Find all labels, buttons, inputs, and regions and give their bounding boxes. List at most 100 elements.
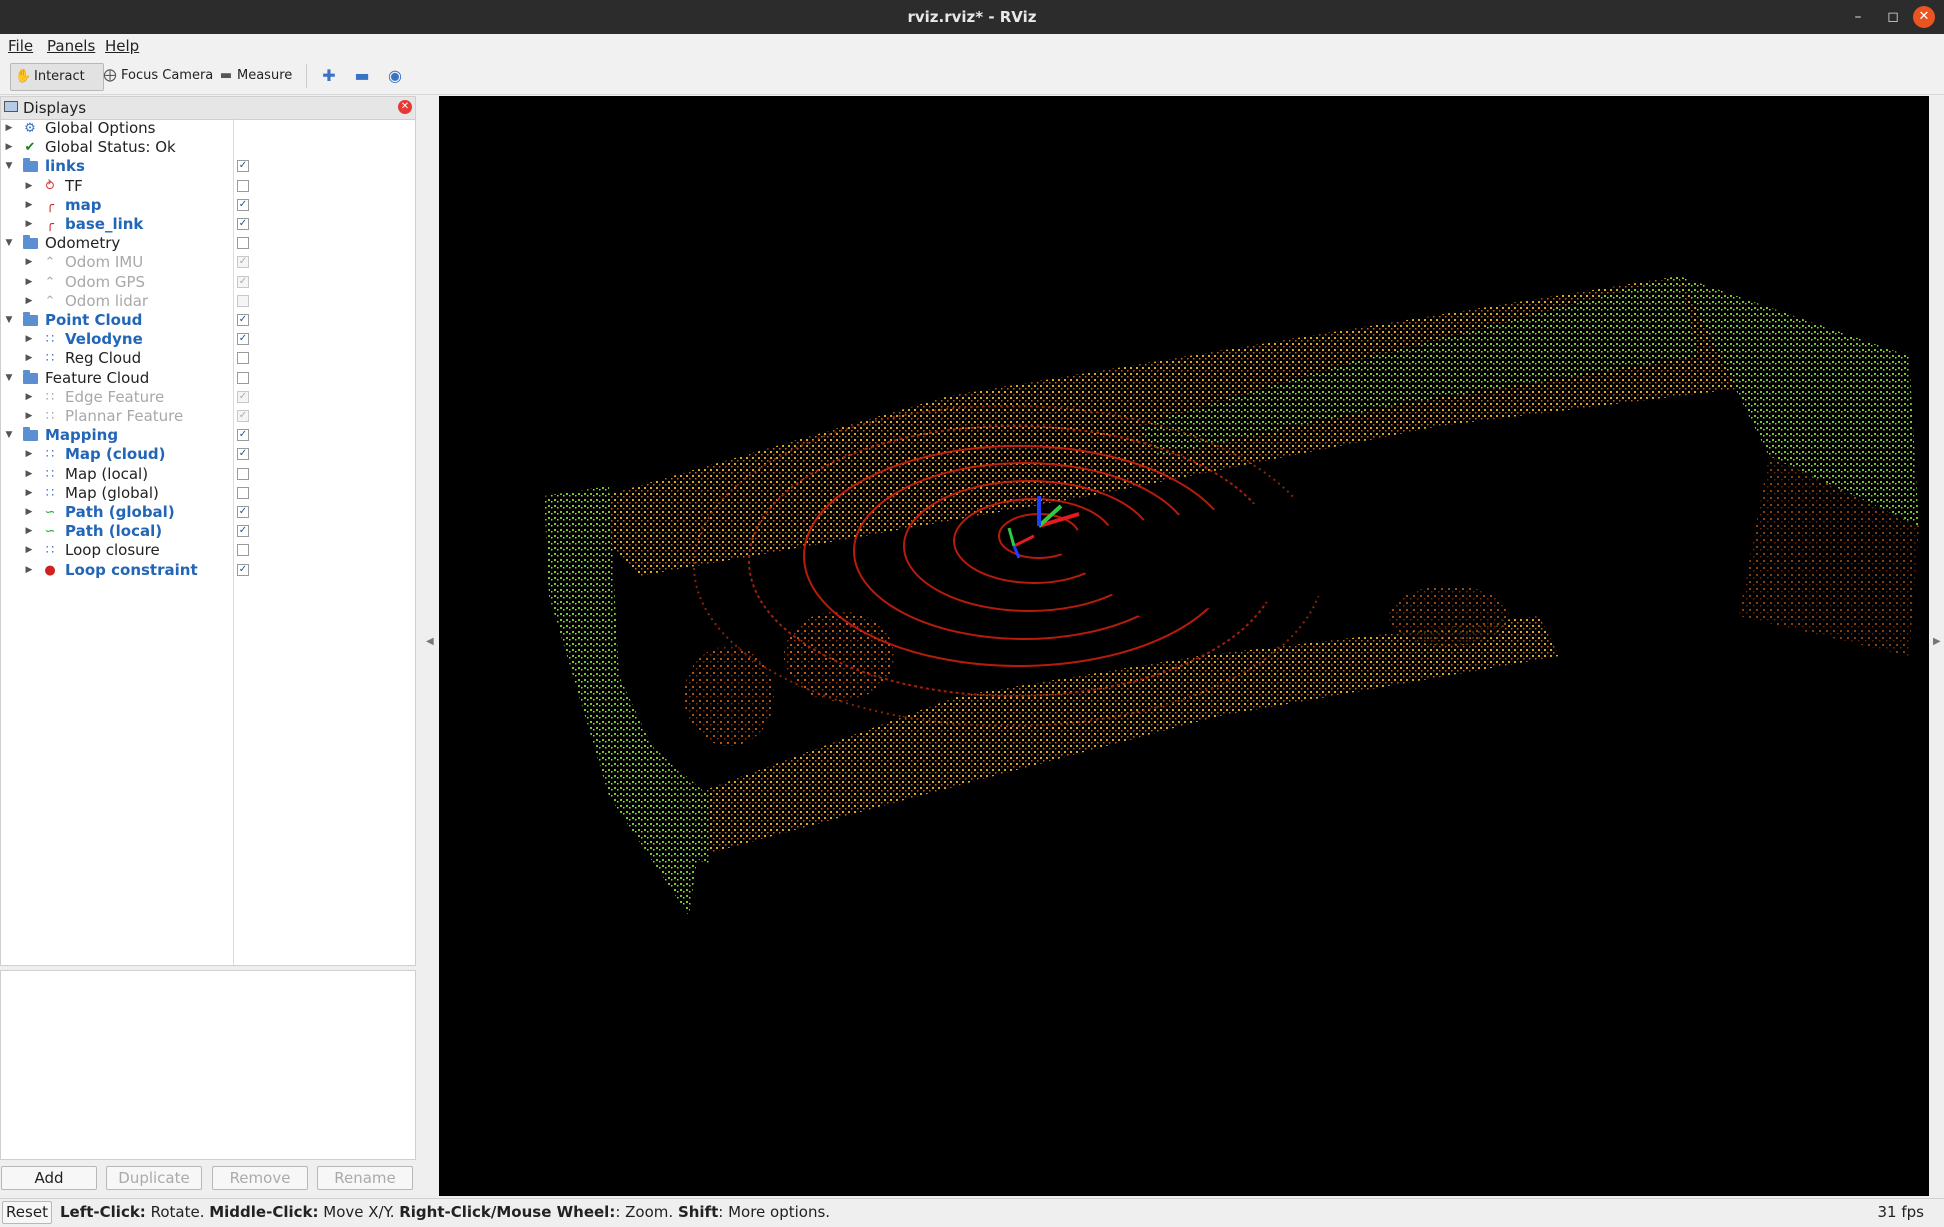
display-enabled-checkbox[interactable]: ✓ — [237, 410, 249, 422]
display-row[interactable]: ▶ ╭ base_link ✓ — [1, 215, 415, 234]
display-enabled-checkbox[interactable] — [237, 237, 249, 250]
collapse-left-icon[interactable]: ◀ — [426, 636, 434, 647]
display-enabled-checkbox[interactable] — [237, 371, 249, 384]
display-enabled-checkbox[interactable] — [237, 544, 249, 557]
add-tool-icon[interactable]: ✚ — [318, 64, 340, 88]
minimize-icon[interactable]: – — [1847, 6, 1869, 28]
expand-arrow-icon[interactable]: ▶ — [24, 292, 34, 311]
display-row[interactable]: ▶ ∷ Reg Cloud — [1, 349, 415, 368]
display-row[interactable]: ▶ ⚙ Global Options — [1, 119, 415, 138]
expand-arrow-icon[interactable]: ▶ — [24, 541, 34, 560]
expand-arrow-icon[interactable]: ▶ — [24, 465, 34, 484]
expand-arrow-icon[interactable]: ▶ — [24, 522, 34, 541]
display-row[interactable]: ▶ ✔ Global Status: Ok — [1, 138, 415, 157]
duplicate-button[interactable]: Duplicate — [106, 1166, 202, 1190]
expand-arrow-icon[interactable]: ▶ — [24, 407, 34, 426]
expand-arrow-icon[interactable]: ▶ — [24, 196, 34, 215]
display-row[interactable]: ▶ ∷ Map (global) — [1, 484, 415, 503]
display-label: Odometry — [45, 234, 121, 253]
display-enabled-checkbox[interactable]: ✓ — [237, 429, 249, 442]
display-enabled-checkbox[interactable]: ✓ — [237, 563, 249, 576]
display-row[interactable]: ▶ ⌃ Odom lidar — [1, 292, 415, 311]
expand-arrow-icon[interactable]: ▶ — [24, 484, 34, 503]
expand-arrow-icon[interactable]: ▶ — [24, 273, 34, 292]
collapse-arrow-icon[interactable]: ▼ — [4, 157, 14, 176]
remove-tool-icon[interactable]: ▬ — [351, 64, 373, 88]
display-row[interactable]: ▼ links ✓ — [1, 157, 415, 176]
close-panel-icon[interactable]: ✕ — [398, 100, 412, 114]
expand-arrow-icon[interactable]: ▶ — [24, 215, 34, 234]
display-enabled-checkbox[interactable]: ✓ — [237, 275, 249, 288]
expand-arrow-icon[interactable]: ▶ — [24, 445, 34, 464]
right-splitter[interactable]: ▶ — [1930, 96, 1944, 1196]
expand-arrow-icon[interactable]: ▶ — [24, 253, 34, 272]
menu-panels[interactable]: Panels — [47, 34, 95, 58]
display-row[interactable]: ▼ Feature Cloud — [1, 369, 415, 388]
reset-button[interactable]: Reset — [2, 1201, 52, 1224]
render-viewport[interactable] — [439, 96, 1929, 1196]
display-label: map — [65, 195, 102, 214]
display-label: Odom IMU — [65, 253, 144, 272]
collapse-right-icon[interactable]: ▶ — [1933, 636, 1941, 647]
display-row[interactable]: ▶ ∽ Path (global) ✓ — [1, 503, 415, 522]
display-enabled-checkbox[interactable] — [237, 179, 249, 192]
display-enabled-checkbox[interactable]: ✓ — [237, 525, 249, 538]
display-enabled-checkbox[interactable]: ✓ — [237, 218, 249, 230]
display-enabled-checkbox[interactable] — [237, 352, 249, 365]
expand-arrow-icon[interactable]: ▶ — [24, 330, 34, 349]
display-row[interactable]: ▶ ∷ Velodyne ✓ — [1, 330, 415, 349]
collapse-arrow-icon[interactable]: ▼ — [4, 311, 14, 330]
display-label: Path (local) — [65, 522, 163, 541]
add-button[interactable]: Add — [1, 1166, 97, 1190]
panel-splitter[interactable]: ◀ — [420, 96, 438, 1196]
display-row[interactable]: ▶ ⌃ Odom IMU ✓ — [1, 253, 415, 272]
close-icon[interactable]: ✕ — [1913, 6, 1935, 28]
display-row[interactable]: ▶ ⥁ TF — [1, 177, 415, 196]
display-enabled-checkbox[interactable]: ✓ — [237, 198, 249, 211]
pointcloud-icon: ∷ — [45, 466, 55, 482]
display-row[interactable]: ▶ ● Loop constraint ✓ — [1, 561, 415, 580]
focus-camera-tool-button[interactable]: ⨁ Focus Camera — [98, 63, 217, 89]
remove-button[interactable]: Remove — [212, 1166, 308, 1190]
display-enabled-checkbox[interactable] — [237, 486, 249, 499]
display-row[interactable]: ▶ ∷ Map (cloud) ✓ — [1, 445, 415, 464]
rename-button[interactable]: Rename — [317, 1166, 413, 1190]
display-enabled-checkbox[interactable]: ✓ — [237, 390, 249, 403]
expand-arrow-icon[interactable]: ▶ — [24, 177, 34, 196]
interact-tool-button[interactable]: ✋ Interact — [10, 63, 104, 91]
menu-help[interactable]: Help — [105, 34, 139, 58]
display-row[interactable]: ▶ ∽ Path (local) ✓ — [1, 522, 415, 541]
maximize-icon[interactable]: ◻ — [1882, 6, 1904, 28]
display-enabled-checkbox[interactable]: ✓ — [237, 506, 249, 518]
display-enabled-checkbox[interactable] — [237, 467, 249, 480]
display-row[interactable]: ▼ Point Cloud ✓ — [1, 311, 415, 330]
measure-tool-button[interactable]: ▬ Measure — [214, 63, 296, 89]
collapse-arrow-icon[interactable]: ▼ — [4, 234, 14, 253]
expand-arrow-icon[interactable]: ▶ — [24, 561, 34, 580]
collapse-arrow-icon[interactable]: ▼ — [4, 426, 14, 445]
display-row[interactable]: ▶ ∷ Loop closure — [1, 541, 415, 560]
expand-arrow-icon[interactable]: ▶ — [4, 119, 14, 138]
collapse-arrow-icon[interactable]: ▼ — [4, 369, 14, 388]
display-enabled-checkbox[interactable]: ✓ — [237, 256, 249, 269]
expand-arrow-icon[interactable]: ▶ — [24, 349, 34, 368]
display-label: Map (global) — [65, 483, 159, 502]
menu-file[interactable]: File — [8, 34, 33, 58]
expand-arrow-icon[interactable]: ▶ — [24, 503, 34, 522]
display-enabled-checkbox[interactable]: ✓ — [237, 448, 249, 461]
display-label: Odom GPS — [65, 272, 146, 291]
display-enabled-checkbox[interactable]: ✓ — [237, 160, 249, 173]
display-row[interactable]: ▶ ∷ Plannar Feature ✓ — [1, 407, 415, 426]
display-row[interactable]: ▶ ╭ map ✓ — [1, 196, 415, 215]
display-enabled-checkbox[interactable]: ✓ — [237, 333, 249, 346]
display-row[interactable]: ▶ ∷ Edge Feature ✓ — [1, 388, 415, 407]
eye-icon[interactable]: ◉ — [384, 64, 406, 88]
display-row[interactable]: ▶ ⌃ Odom GPS ✓ — [1, 273, 415, 292]
display-row[interactable]: ▼ Mapping ✓ — [1, 426, 415, 445]
display-enabled-checkbox[interactable] — [237, 294, 249, 307]
display-row[interactable]: ▼ Odometry — [1, 234, 415, 253]
expand-arrow-icon[interactable]: ▶ — [24, 388, 34, 407]
display-row[interactable]: ▶ ∷ Map (local) — [1, 465, 415, 484]
display-enabled-checkbox[interactable]: ✓ — [237, 314, 249, 326]
expand-arrow-icon[interactable]: ▶ — [4, 138, 14, 157]
